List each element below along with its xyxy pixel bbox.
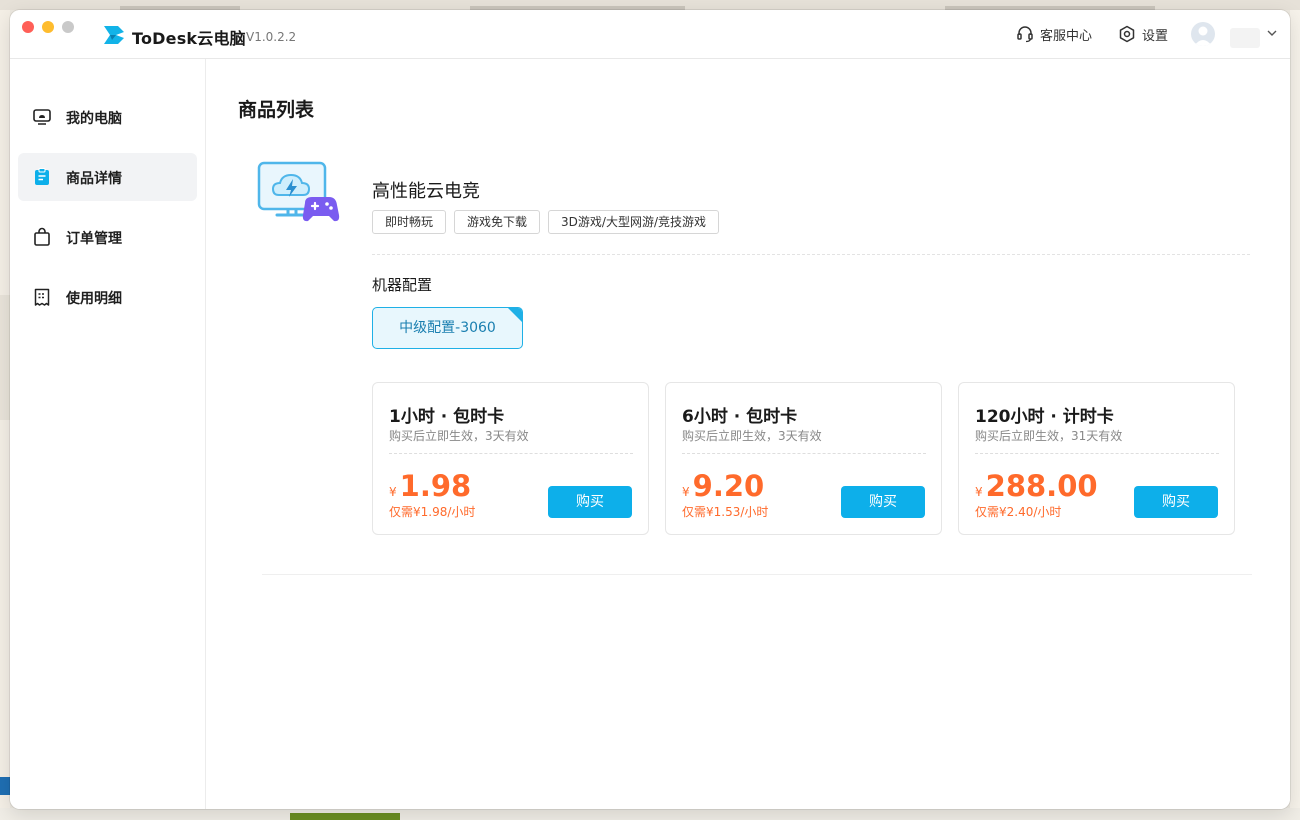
plan-price: ¥ 1.98 — [389, 469, 471, 503]
background-window-left-panel — [0, 295, 10, 420]
config-option-selected[interactable]: 中级配置-3060 — [372, 307, 523, 349]
title-bar: ToDesk云电脑 V1.0.2.2 客服中心 设置 — [10, 10, 1290, 59]
machine-config-label: 机器配置 — [372, 276, 433, 294]
app-window: ToDesk云电脑 V1.0.2.2 客服中心 设置 我的电脑 商品详情 订单管… — [10, 10, 1290, 809]
plan-validity: 购买后立即生效，31天有效 — [975, 429, 1123, 443]
plan-unit-price: 仅需¥2.40/小时 — [975, 505, 1062, 519]
buy-button[interactable]: 购买 — [1134, 486, 1218, 518]
user-icon — [1194, 26, 1212, 46]
cloud-gaming-illustration — [257, 161, 340, 222]
sidebar-item-label: 订单管理 — [66, 231, 122, 247]
plan-price: ¥ 288.00 — [975, 469, 1098, 503]
price-value: 288.00 — [985, 469, 1098, 503]
sidebar-item-label: 商品详情 — [66, 171, 122, 187]
divider — [682, 453, 926, 454]
plan-validity: 购买后立即生效，3天有效 — [682, 429, 822, 443]
user-name[interactable] — [1230, 28, 1260, 48]
todesk-logo-icon — [104, 26, 124, 44]
chevron-down-icon[interactable] — [1266, 27, 1278, 39]
gear-icon — [1119, 25, 1135, 43]
customer-service-label: 客服中心 — [1040, 28, 1093, 44]
product-tag: 游戏免下载 — [454, 210, 541, 234]
price-value: 1.98 — [399, 469, 472, 503]
sidebar-item-label: 使用明细 — [66, 291, 122, 307]
sidebar-item-usage-details[interactable]: 使用明细 — [18, 273, 197, 321]
plan-card: 120小时 · 计时卡 购买后立即生效，31天有效 ¥ 288.00 仅需¥2.… — [958, 382, 1235, 535]
sidebar-item-my-computer[interactable]: 我的电脑 — [18, 93, 197, 141]
plan-title: 6小时 · 包时卡 — [682, 407, 798, 427]
price-value: 9.20 — [692, 469, 765, 503]
currency-symbol: ¥ — [975, 485, 983, 499]
plan-card: 6小时 · 包时卡 购买后立即生效，3天有效 ¥ 9.20 仅需¥1.53/小时… — [665, 382, 942, 535]
plan-title: 120小时 · 计时卡 — [975, 407, 1114, 427]
window-close-button[interactable] — [22, 21, 34, 33]
divider — [262, 574, 1252, 575]
buy-button[interactable]: 购买 — [548, 486, 632, 518]
plan-price: ¥ 9.20 — [682, 469, 764, 503]
settings-label: 设置 — [1142, 28, 1169, 44]
config-option-label: 中级配置-3060 — [399, 320, 496, 336]
background-terminal-segment — [290, 813, 400, 820]
divider — [975, 453, 1219, 454]
product-tag: 即时畅玩 — [372, 210, 447, 234]
background-terminal — [0, 808, 1300, 820]
sidebar-item-product-details[interactable]: 商品详情 — [18, 153, 197, 201]
plan-unit-price: 仅需¥1.98/小时 — [389, 505, 476, 519]
plan-card: 1小时 · 包时卡 购买后立即生效，3天有效 ¥ 1.98 仅需¥1.98/小时… — [372, 382, 649, 535]
app-version: V1.0.2.2 — [246, 30, 297, 44]
page-title: 商品列表 — [238, 99, 315, 121]
currency-symbol: ¥ — [389, 485, 397, 499]
plan-unit-price: 仅需¥1.53/小时 — [682, 505, 769, 519]
clipboard-icon — [35, 168, 49, 185]
app-title: ToDesk云电脑 — [132, 29, 246, 48]
plan-validity: 购买后立即生效，3天有效 — [389, 429, 529, 443]
main-content: 商品列表 高性能云电竞 即时畅玩 游戏免下载 3D游戏/大型网游/竞技游戏 机器… — [207, 59, 1290, 809]
divider — [372, 254, 1250, 255]
window-minimize-button[interactable] — [42, 21, 54, 33]
window-maximize-button[interactable] — [62, 21, 74, 33]
background-terminal-marker — [0, 777, 10, 795]
selected-corner-marker — [508, 308, 522, 322]
background-window-right — [1290, 10, 1300, 820]
monitor-icon — [33, 109, 51, 125]
settings-button[interactable]: 设置 — [1118, 23, 1168, 45]
user-avatar[interactable] — [1191, 22, 1215, 46]
shopping-bag-icon — [34, 227, 50, 246]
currency-symbol: ¥ — [682, 485, 690, 499]
product-tag: 3D游戏/大型网游/竞技游戏 — [548, 210, 719, 234]
customer-service-button[interactable]: 客服中心 — [1016, 23, 1092, 45]
plan-title: 1小时 · 包时卡 — [389, 407, 505, 427]
sidebar: 我的电脑 商品详情 订单管理 使用明细 — [10, 59, 206, 809]
product-tags: 即时畅玩 游戏免下载 3D游戏/大型网游/竞技游戏 — [372, 210, 719, 234]
buy-button[interactable]: 购买 — [841, 486, 925, 518]
headset-icon — [1017, 26, 1033, 43]
product-name: 高性能云电竞 — [372, 181, 480, 202]
divider — [389, 453, 633, 454]
sidebar-item-orders[interactable]: 订单管理 — [18, 213, 197, 261]
sidebar-item-label: 我的电脑 — [66, 111, 122, 127]
receipt-icon — [34, 288, 50, 306]
